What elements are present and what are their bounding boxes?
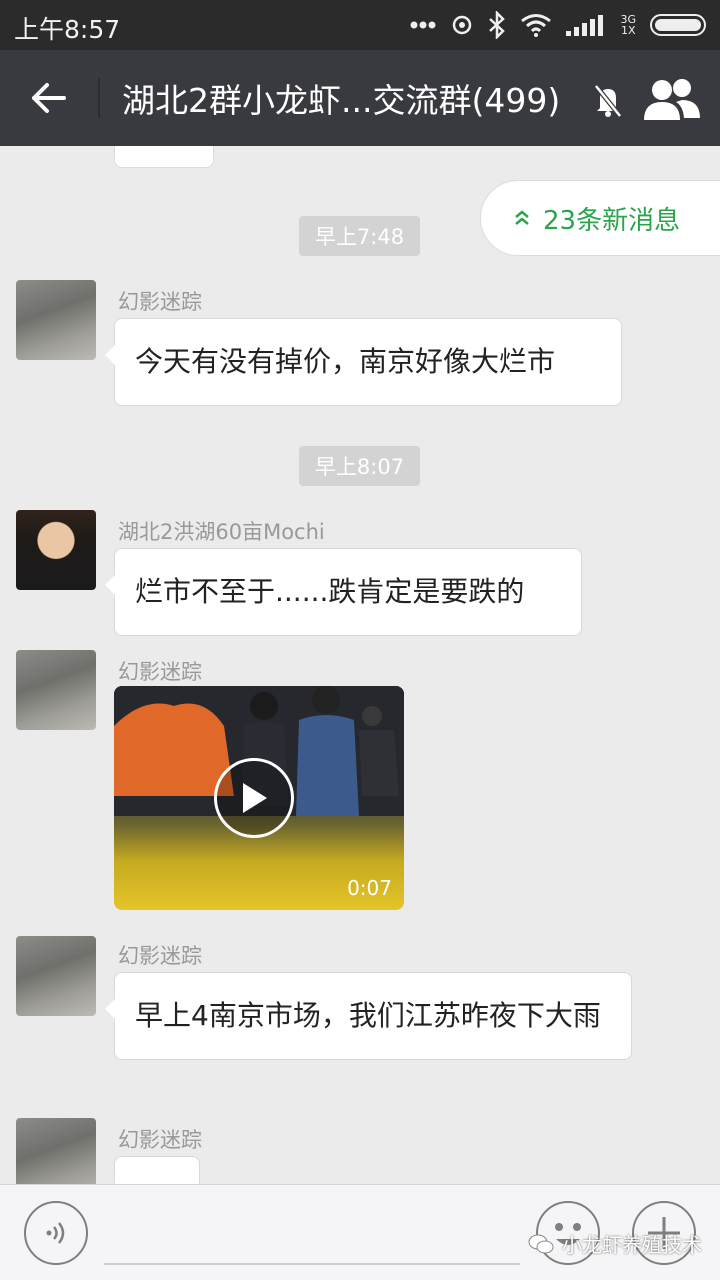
- avatar[interactable]: [16, 280, 96, 360]
- title-divider: [98, 78, 100, 118]
- bluetooth-icon: [489, 11, 506, 39]
- chat-title: 湖北2群小龙虾...交流群(499): [122, 81, 561, 120]
- message-bubble[interactable]: 4点: [105, 1156, 200, 1184]
- wechat-logo-icon: [528, 1234, 554, 1253]
- new-messages-button[interactable]: 23条新消息: [480, 180, 720, 256]
- status-time: 上午8:57: [14, 15, 121, 44]
- play-button[interactable]: [214, 758, 294, 838]
- status-icons: 3G 1X: [410, 8, 706, 42]
- more-dots-icon: [410, 21, 436, 29]
- message-list[interactable]: 23条新消息 早上7:48 幻影迷踪 今天有没有掉价，南京好像大烂市 早上8:0…: [0, 146, 720, 1184]
- message-bubble[interactable]: 早上4南京市场，我们江苏昨夜下大雨: [105, 972, 632, 1060]
- watermark: 小龙虾养殖技术: [528, 1229, 702, 1258]
- message-text: 今天有没有掉价，南京好像大烂市: [135, 345, 556, 378]
- sender-name: 幻影迷踪: [118, 660, 202, 684]
- timestamp: 早上7:48: [299, 216, 420, 256]
- voice-button[interactable]: [24, 1201, 88, 1265]
- message-bubble[interactable]: 烂市不至于......跌肯定是要跌的: [105, 548, 582, 636]
- sender-name: 幻影迷踪: [118, 944, 202, 968]
- message-text: 烂市不至于......跌肯定是要跌的: [135, 575, 525, 608]
- avatar[interactable]: [16, 510, 96, 590]
- input-bar: 小龙虾养殖技术: [0, 1184, 720, 1280]
- avatar[interactable]: [16, 936, 96, 1016]
- status-bar: 上午8:57 3G 1X: [0, 0, 720, 50]
- avatar[interactable]: [16, 650, 96, 730]
- new-messages-label: 23条新消息: [543, 205, 681, 236]
- back-arrow-icon: [32, 83, 66, 113]
- mute-icon: [594, 84, 622, 118]
- video-message[interactable]: 0:07: [114, 686, 404, 910]
- video-duration: 0:07: [347, 876, 392, 900]
- play-icon: [243, 783, 267, 813]
- signal-icon: [566, 15, 604, 36]
- message-bubble[interactable]: 今天有没有掉价，南京好像大烂市: [105, 318, 622, 406]
- sender-name: 幻影迷踪: [118, 1128, 202, 1152]
- watermark-text: 小龙虾养殖技术: [562, 1233, 702, 1257]
- sender-name: 湖北2洪湖60亩Mochi: [118, 520, 325, 544]
- sync-icon: [453, 15, 472, 35]
- double-chevron-up-icon: [515, 210, 529, 225]
- timestamp: 早上8:07: [299, 446, 420, 486]
- voice-icon: [46, 1222, 65, 1244]
- network-type: 3G 1X: [620, 13, 636, 37]
- back-button[interactable]: [22, 72, 74, 124]
- wifi-icon: [521, 14, 552, 37]
- battery-icon: [650, 14, 706, 36]
- avatar[interactable]: [16, 1118, 96, 1184]
- members-icon[interactable]: [642, 76, 702, 124]
- message-text: 早上4南京市场，我们江苏昨夜下大雨: [135, 999, 601, 1032]
- sender-name: 幻影迷踪: [118, 290, 202, 314]
- partial-message-bubble[interactable]: [114, 146, 214, 168]
- title-bar: 湖北2群小龙虾...交流群(499): [0, 50, 720, 146]
- message-input[interactable]: [104, 1263, 520, 1265]
